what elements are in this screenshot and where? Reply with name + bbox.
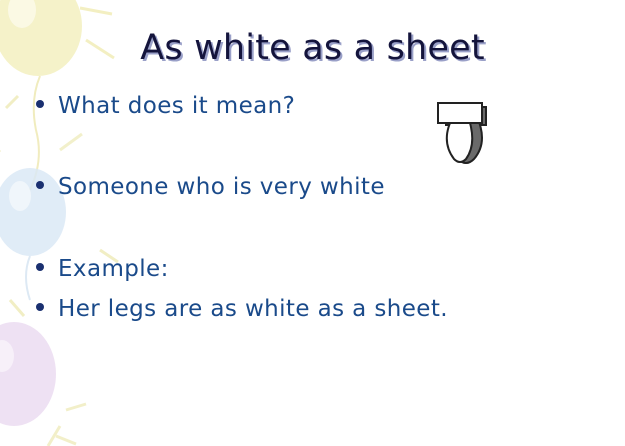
bullet-dot-icon [36, 180, 44, 189]
bullet-dot-icon [36, 302, 44, 311]
ghost-sheet-icon [437, 102, 487, 164]
bullet-text: What does it mean? [58, 93, 296, 119]
bullet-text: Her legs are as white as a sheet. [58, 296, 448, 322]
bullet-item: Example: [36, 256, 169, 282]
bullet-item: Someone who is very white [36, 174, 385, 200]
bullet-text: Someone who is very white [58, 174, 385, 200]
bullet-dot-icon [36, 262, 44, 271]
bullet-dot-icon [36, 99, 44, 108]
bullet-text: Example: [58, 256, 169, 282]
slide: As white as a sheet What does it mean? S… [0, 0, 625, 446]
bullet-item: What does it mean? [36, 93, 295, 119]
bullet-item: Her legs are as white as a sheet. [36, 296, 448, 322]
bullet-list: What does it mean? Someone who is very w… [36, 0, 596, 446]
